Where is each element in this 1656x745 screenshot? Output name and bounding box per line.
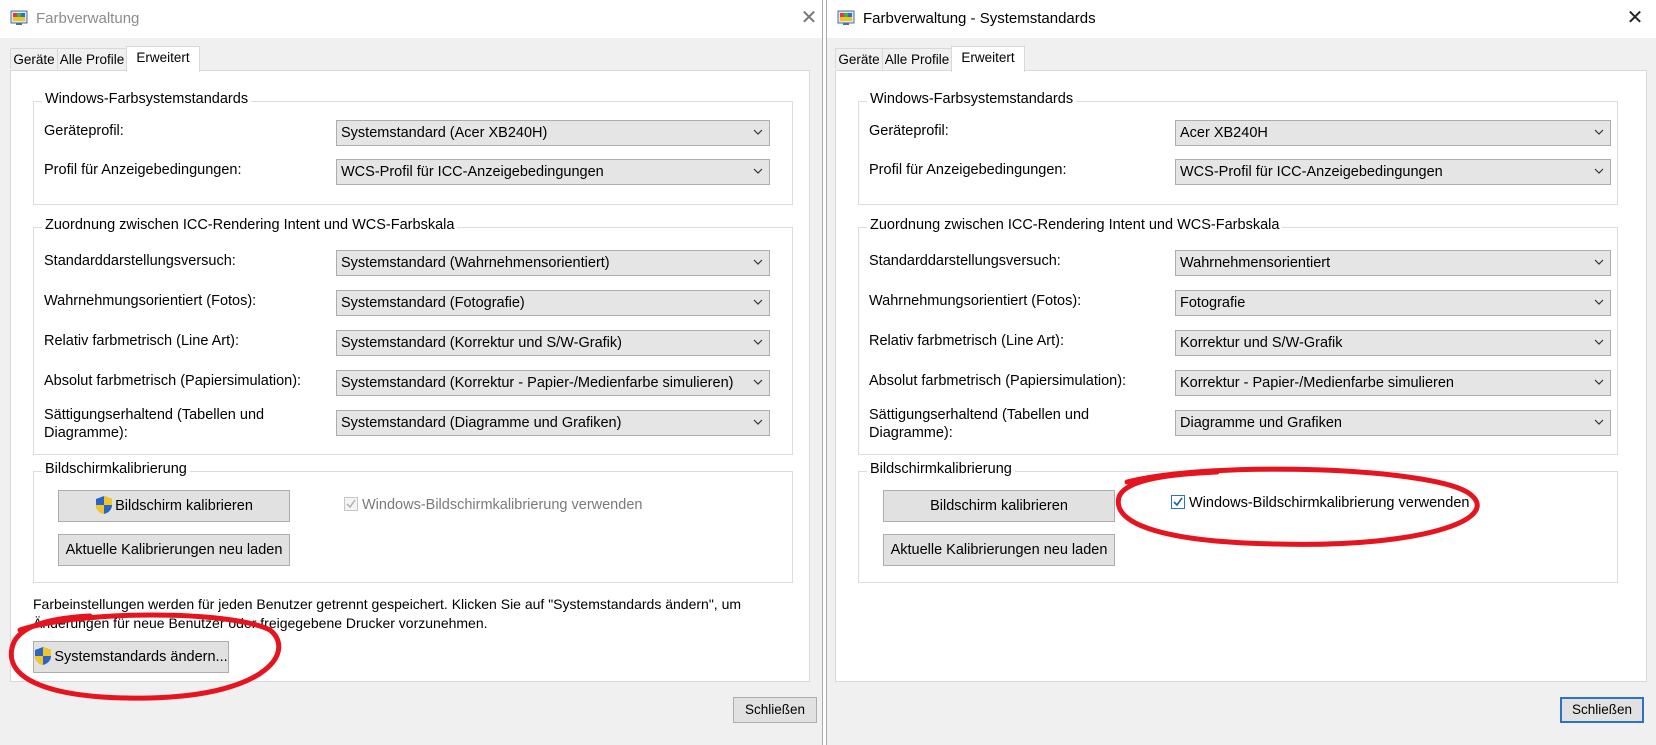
- chevron-down-icon: [753, 259, 763, 265]
- perceptual-label: Wahrnehmungsorientiert (Fotos):: [44, 293, 257, 309]
- close-button[interactable]: Schließen: [1560, 697, 1644, 723]
- chevron-down-icon: [1594, 259, 1604, 265]
- default-intent-dropdown[interactable]: Systemstandard (Wahrnehmensorientiert): [336, 250, 770, 276]
- perceptual-dropdown[interactable]: Fotografie: [1175, 290, 1611, 316]
- chevron-down-icon: [1594, 299, 1604, 305]
- close-icon[interactable]: ✕: [797, 6, 821, 30]
- calibrate-display-button[interactable]: Bildschirm kalibrieren: [58, 490, 290, 522]
- viewing-conditions-label: Profil für Anzeigebedingungen:: [869, 162, 1067, 178]
- chevron-down-icon: [753, 168, 763, 174]
- saturation-label: Sättigungserhaltend (Tabellen und Diagra…: [869, 407, 1090, 441]
- color-management-app-icon: [837, 10, 855, 25]
- tab-advanced[interactable]: Erweitert: [951, 46, 1025, 72]
- tab-devices[interactable]: Geräte: [10, 48, 58, 69]
- check-mark-icon: [346, 499, 356, 509]
- close-icon[interactable]: ✕: [1623, 6, 1647, 30]
- relative-colorimetric-label: Relativ farbmetrisch (Line Art):: [44, 333, 240, 349]
- tab-all-profiles[interactable]: Alle Profile: [882, 48, 952, 69]
- use-windows-calibration-checkbox[interactable]: Windows-Bildschirmkalibrierung verwenden: [1171, 494, 1469, 512]
- display-calibration-group: Bildschirmkalibrierung Bildschirm kalibr…: [858, 461, 1618, 583]
- checkbox-box: [344, 497, 358, 511]
- group-title: Windows-Farbsystemstandards: [867, 91, 1077, 107]
- absolute-colorimetric-dropdown[interactable]: Systemstandard (Korrektur - Papier-/Medi…: [336, 370, 770, 396]
- absolute-colorimetric-label: Absolut farbmetrisch (Papiersimulation):: [44, 373, 302, 389]
- chevron-down-icon: [753, 339, 763, 345]
- reload-calibrations-button[interactable]: Aktuelle Kalibrierungen neu laden: [883, 534, 1115, 566]
- tab-advanced[interactable]: Erweitert: [126, 46, 200, 72]
- group-title: Zuordnung zwischen ICC-Rendering Intent …: [867, 217, 1283, 233]
- display-calibration-group: Bildschirmkalibrierung Bildschirm kalibr…: [33, 461, 793, 583]
- window-title: Farbverwaltung - Systemstandards: [863, 10, 1096, 27]
- perceptual-dropdown[interactable]: Systemstandard (Fotografie): [336, 290, 770, 316]
- absolute-colorimetric-dropdown[interactable]: Korrektur - Papier-/Medienfarbe simulier…: [1175, 370, 1611, 396]
- advanced-tab-page: Windows-Farbsystemstandards Geräteprofil…: [10, 70, 810, 682]
- checkbox-box[interactable]: [1171, 495, 1185, 509]
- tab-strip: Geräte Alle Profile Erweitert: [835, 46, 1647, 72]
- chevron-down-icon: [1594, 129, 1604, 135]
- use-windows-calibration-checkbox: Windows-Bildschirmkalibrierung verwenden: [344, 496, 642, 514]
- rendering-intent-mapping-group: Zuordnung zwischen ICC-Rendering Intent …: [858, 217, 1618, 455]
- chevron-down-icon: [753, 129, 763, 135]
- relative-colorimetric-dropdown[interactable]: Systemstandard (Korrektur und S/W-Grafik…: [336, 330, 770, 356]
- color-management-app-icon: [10, 10, 28, 25]
- group-title: Bildschirmkalibrierung: [42, 461, 190, 477]
- viewing-conditions-dropdown[interactable]: WCS-Profil für ICC-Anzeigebedingungen: [336, 159, 770, 185]
- color-system-defaults-group: Windows-Farbsystemstandards Geräteprofil…: [858, 91, 1618, 205]
- title-bar: Farbverwaltung - Systemstandards ✕: [827, 0, 1656, 38]
- group-title: Bildschirmkalibrierung: [867, 461, 1015, 477]
- window-title: Farbverwaltung: [36, 10, 140, 27]
- info-text: Farbeinstellungen werden für jeden Benut…: [33, 596, 742, 631]
- chevron-down-icon: [1594, 168, 1604, 174]
- uac-shield-icon: [35, 646, 52, 665]
- title-bar: Farbverwaltung ✕: [0, 0, 822, 38]
- tab-all-profiles[interactable]: Alle Profile: [57, 48, 127, 69]
- change-system-defaults-button[interactable]: Systemstandards ändern...: [33, 641, 229, 673]
- default-intent-dropdown[interactable]: Wahrnehmensorientiert: [1175, 250, 1611, 276]
- advanced-tab-page: Windows-Farbsystemstandards Geräteprofil…: [835, 70, 1647, 682]
- chevron-down-icon: [753, 299, 763, 305]
- group-title: Windows-Farbsystemstandards: [42, 91, 252, 107]
- chevron-down-icon: [1594, 339, 1604, 345]
- tab-strip: Geräte Alle Profile Erweitert: [10, 46, 810, 72]
- device-profile-dropdown[interactable]: Systemstandard (Acer XB240H): [336, 120, 770, 146]
- perceptual-label: Wahrnehmungsorientiert (Fotos):: [869, 293, 1082, 309]
- relative-colorimetric-label: Relativ farbmetrisch (Line Art):: [869, 333, 1065, 349]
- color-system-defaults-group: Windows-Farbsystemstandards Geräteprofil…: [33, 91, 793, 205]
- rendering-intent-mapping-group: Zuordnung zwischen ICC-Rendering Intent …: [33, 217, 793, 455]
- tab-devices[interactable]: Geräte: [835, 48, 883, 69]
- saturation-label: Sättigungserhaltend (Tabellen und Diagra…: [44, 407, 265, 441]
- default-intent-label: Standarddarstellungsversuch:: [44, 253, 236, 269]
- reload-calibrations-button[interactable]: Aktuelle Kalibrierungen neu laden: [58, 534, 290, 566]
- group-title: Zuordnung zwischen ICC-Rendering Intent …: [42, 217, 458, 233]
- uac-shield-icon: [96, 495, 113, 514]
- chevron-down-icon: [1594, 379, 1604, 385]
- saturation-dropdown[interactable]: Systemstandard (Diagramme und Grafiken): [336, 410, 770, 436]
- absolute-colorimetric-label: Absolut farbmetrisch (Papiersimulation):: [869, 373, 1127, 389]
- viewing-conditions-label: Profil für Anzeigebedingungen:: [44, 162, 242, 178]
- chevron-down-icon: [753, 379, 763, 385]
- chevron-down-icon: [753, 419, 763, 425]
- device-profile-label: Geräteprofil:: [869, 123, 949, 139]
- device-profile-dropdown[interactable]: Acer XB240H: [1175, 120, 1611, 146]
- default-intent-label: Standarddarstellungsversuch:: [869, 253, 1061, 269]
- chevron-down-icon: [1594, 419, 1604, 425]
- color-management-window: Farbverwaltung ✕ Geräte Alle Profile Erw…: [0, 0, 823, 745]
- check-mark-icon: [1173, 497, 1183, 507]
- relative-colorimetric-dropdown[interactable]: Korrektur und S/W-Grafik: [1175, 330, 1611, 356]
- viewing-conditions-dropdown[interactable]: WCS-Profil für ICC-Anzeigebedingungen: [1175, 159, 1611, 185]
- device-profile-label: Geräteprofil:: [44, 123, 124, 139]
- saturation-dropdown[interactable]: Diagramme und Grafiken: [1175, 410, 1611, 436]
- system-defaults-window: Farbverwaltung - Systemstandards ✕ Gerät…: [826, 0, 1656, 745]
- close-button[interactable]: Schließen: [733, 697, 817, 723]
- calibrate-display-button[interactable]: Bildschirm kalibrieren: [883, 490, 1115, 522]
